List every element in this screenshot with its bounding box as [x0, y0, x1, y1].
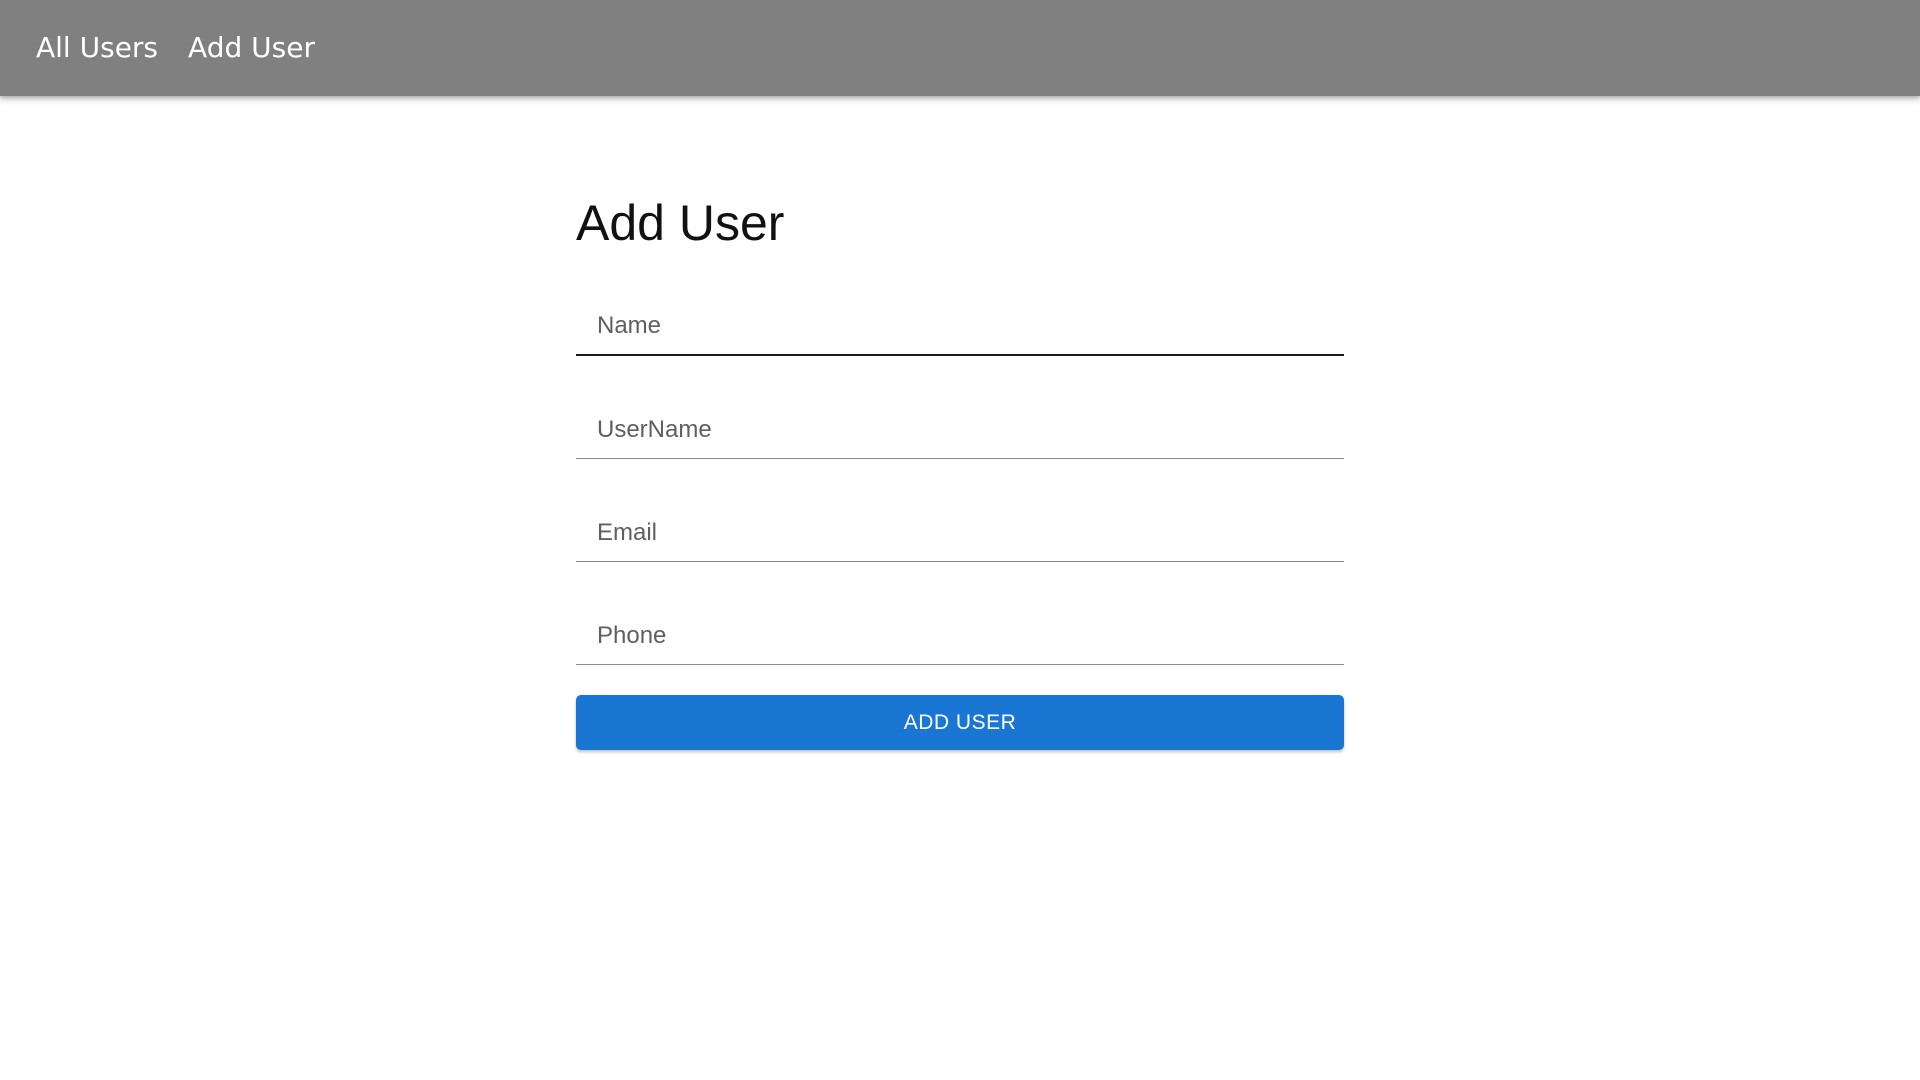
email-field-container — [576, 497, 1344, 562]
name-field-container — [576, 290, 1344, 356]
add-user-form: Add User ADD USER — [576, 188, 1344, 750]
nav-link-add-user[interactable]: Add User — [188, 34, 315, 62]
username-input[interactable] — [576, 394, 1344, 458]
email-input[interactable] — [576, 497, 1344, 561]
phone-field-container — [576, 600, 1344, 665]
top-navbar: All Users Add User — [0, 0, 1920, 96]
username-field-container — [576, 394, 1344, 459]
add-user-button[interactable]: ADD USER — [576, 695, 1344, 750]
nav-link-all-users[interactable]: All Users — [36, 34, 158, 62]
name-input[interactable] — [576, 290, 1344, 354]
phone-input[interactable] — [576, 600, 1344, 664]
page-title: Add User — [576, 195, 785, 251]
